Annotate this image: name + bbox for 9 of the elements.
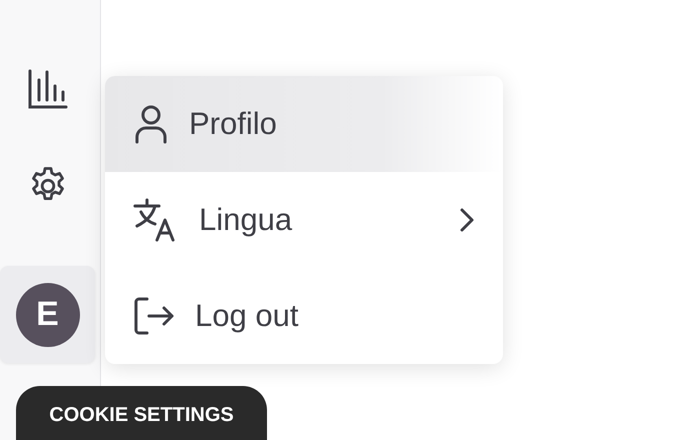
person-icon [133,104,169,144]
menu-item[interactable]: Log out [105,268,503,364]
cookie-settings-button[interactable]: COOKIE SETTINGS [16,386,267,440]
menu-item[interactable]: Lingua [105,172,503,268]
avatar-icon: E [16,282,80,346]
bar-chart-icon [26,68,68,110]
sidebar-button[interactable]: E [0,266,95,363]
logout-icon [133,296,175,336]
menu-item[interactable]: Profilo [105,76,503,172]
